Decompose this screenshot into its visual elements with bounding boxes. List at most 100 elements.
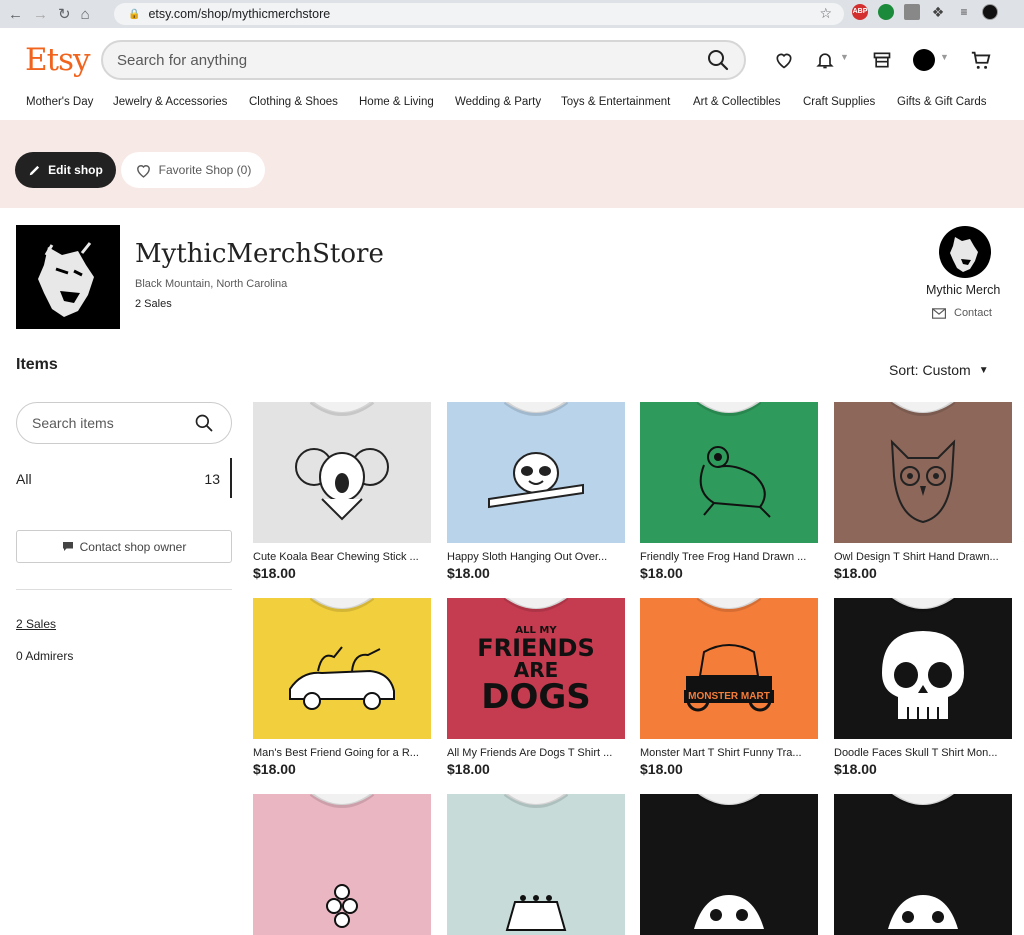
chevron-down-icon[interactable]: ▼ <box>840 52 849 62</box>
owner-avatar[interactable] <box>939 226 991 278</box>
contact-shop-owner-button[interactable]: Contact shop owner <box>16 530 232 563</box>
search-placeholder: Search for anything <box>117 51 248 69</box>
listing-image[interactable] <box>834 402 1012 543</box>
listing-image[interactable]: ALL MY FRIENDS ARE DOGS <box>447 598 625 739</box>
sort-dropdown[interactable]: Sort: Custom ▼ <box>889 362 989 378</box>
avatar[interactable] <box>913 49 935 71</box>
etsy-logo[interactable]: Etsy <box>25 42 91 78</box>
category-clothing[interactable]: Clothing & Shoes <box>249 96 338 108</box>
listing-image[interactable] <box>447 794 625 935</box>
search-icon[interactable] <box>706 48 730 72</box>
extensions-bar: ABP ❖ ≡ <box>852 4 998 20</box>
listing-card[interactable]: Cute Koala Bear Chewing Stick ... $18.00 <box>253 402 431 581</box>
listing-price: $18.00 <box>640 565 683 581</box>
listing-card[interactable] <box>834 794 1012 935</box>
main-search-input[interactable]: Search for anything <box>101 40 746 80</box>
listing-card[interactable]: Friendly Tree Frog Hand Drawn ... $18.00 <box>640 402 818 581</box>
listing-card[interactable]: Happy Sloth Hanging Out Over... $18.00 <box>447 402 625 581</box>
shop-logo[interactable] <box>16 225 120 329</box>
shop-icon[interactable] <box>872 50 892 70</box>
listing-card[interactable]: Owl Design T Shirt Hand Drawn... $18.00 <box>834 402 1012 581</box>
section-all[interactable]: All 13 <box>16 458 232 498</box>
category-wedding[interactable]: Wedding & Party <box>455 96 541 108</box>
sloth-art <box>488 451 584 509</box>
category-gifts[interactable]: Gifts & Gift Cards <box>897 96 986 108</box>
edit-shop-button[interactable]: Edit shop <box>15 152 116 188</box>
extension-gray-icon[interactable] <box>904 4 920 20</box>
cart-icon[interactable] <box>970 49 992 71</box>
heart-icon <box>136 164 150 178</box>
listing-image[interactable] <box>253 794 431 935</box>
listing-title[interactable]: Cute Koala Bear Chewing Stick ... <box>253 551 431 563</box>
category-craft[interactable]: Craft Supplies <box>803 96 875 108</box>
frog-art <box>699 445 771 518</box>
listing-title[interactable]: Happy Sloth Hanging Out Over... <box>447 551 625 563</box>
contact-link[interactable]: Contact <box>932 307 992 319</box>
listing-title[interactable]: Man's Best Friend Going for a R... <box>253 747 431 759</box>
listing-image[interactable] <box>834 598 1012 739</box>
listing-image[interactable] <box>834 794 1012 935</box>
shop-name: MythicMerchStore <box>135 239 384 269</box>
sort-label: Sort: Custom <box>889 362 971 378</box>
listing-title[interactable]: Owl Design T Shirt Hand Drawn... <box>834 551 1012 563</box>
shop-sales-count: 2 Sales <box>135 298 172 310</box>
lock-icon: 🔒 <box>128 8 141 20</box>
chevron-down-icon[interactable]: ▼ <box>940 52 949 62</box>
listing-image[interactable] <box>253 402 431 543</box>
listing-title[interactable]: Doodle Faces Skull T Shirt Mon... <box>834 747 1012 759</box>
listing-image[interactable] <box>640 402 818 543</box>
puzzle-icon[interactable]: ❖ <box>930 4 946 20</box>
adblock-icon[interactable]: ABP <box>852 4 868 20</box>
reload-icon[interactable]: ↻ <box>58 5 71 23</box>
listing-art-text: MONSTER MART <box>640 690 818 703</box>
items-search-input[interactable]: Search items <box>16 402 232 444</box>
contact-label: Contact <box>954 307 992 319</box>
owner-name[interactable]: Mythic Merch <box>926 283 1000 297</box>
extension-green-icon[interactable] <box>878 4 894 20</box>
listing-card[interactable]: MONSTER MART Monster Mart T Shirt Funny T… <box>640 598 818 777</box>
back-icon[interactable]: ← <box>8 6 23 23</box>
listing-price: $18.00 <box>640 761 683 777</box>
listing-image[interactable] <box>253 598 431 739</box>
admirers-count[interactable]: 0 Admirers <box>16 649 73 663</box>
owner-avatar-image <box>950 237 978 272</box>
listing-card[interactable] <box>640 794 818 935</box>
home-icon[interactable]: ⌂ <box>81 6 90 23</box>
dogs-car-art <box>289 646 395 710</box>
contact-shop-owner-label: Contact shop owner <box>79 539 187 554</box>
message-icon <box>62 542 73 551</box>
listing-card[interactable]: Man's Best Friend Going for a R... $18.00 <box>253 598 431 777</box>
section-all-count: 13 <box>204 471 220 487</box>
category-jewelry[interactable]: Jewelry & Accessories <box>113 96 227 108</box>
url-text: etsy.com/shop/mythicmerchstore <box>148 7 331 21</box>
category-toys[interactable]: Toys & Entertainment <box>561 96 670 108</box>
sales-link[interactable]: 2 Sales <box>16 617 56 631</box>
forward-icon[interactable]: → <box>33 6 48 23</box>
pencil-icon <box>29 165 40 176</box>
mail-icon <box>932 307 946 319</box>
art-text-line: FRIENDS <box>477 634 595 662</box>
listing-card[interactable]: ALL MY FRIENDS ARE DOGS All My Friends Are D… <box>447 598 625 777</box>
listing-card[interactable] <box>253 794 431 935</box>
address-bar[interactable]: 🔒 etsy.com/shop/mythicmerchstore ☆ <box>114 3 844 25</box>
listing-image[interactable]: MONSTER MART <box>640 598 818 739</box>
listing-image[interactable] <box>640 794 818 935</box>
bookmark-star-icon[interactable]: ☆ <box>819 5 832 22</box>
category-art[interactable]: Art & Collectibles <box>693 96 781 108</box>
category-mothers-day[interactable]: Mother's Day <box>26 96 93 108</box>
heart-icon[interactable] <box>774 50 794 70</box>
category-home-living[interactable]: Home & Living <box>359 96 434 108</box>
listing-title[interactable]: All My Friends Are Dogs T Shirt ... <box>447 747 625 759</box>
reading-list-icon[interactable]: ≡ <box>956 4 972 20</box>
listing-image[interactable] <box>447 402 625 543</box>
listing-title[interactable]: Friendly Tree Frog Hand Drawn ... <box>640 551 818 563</box>
site-header: Etsy Search for anything ▼ ▼ <box>0 28 1024 92</box>
bell-icon[interactable] <box>815 50 835 70</box>
doodle-art <box>888 894 958 929</box>
listing-title[interactable]: Monster Mart T Shirt Funny Tra... <box>640 747 818 759</box>
profile-avatar[interactable] <box>982 4 998 20</box>
search-icon[interactable] <box>194 413 214 433</box>
listing-card[interactable] <box>447 794 625 935</box>
listing-card[interactable]: Doodle Faces Skull T Shirt Mon... $18.00 <box>834 598 1012 777</box>
favorite-shop-button[interactable]: Favorite Shop (0) <box>121 152 265 188</box>
